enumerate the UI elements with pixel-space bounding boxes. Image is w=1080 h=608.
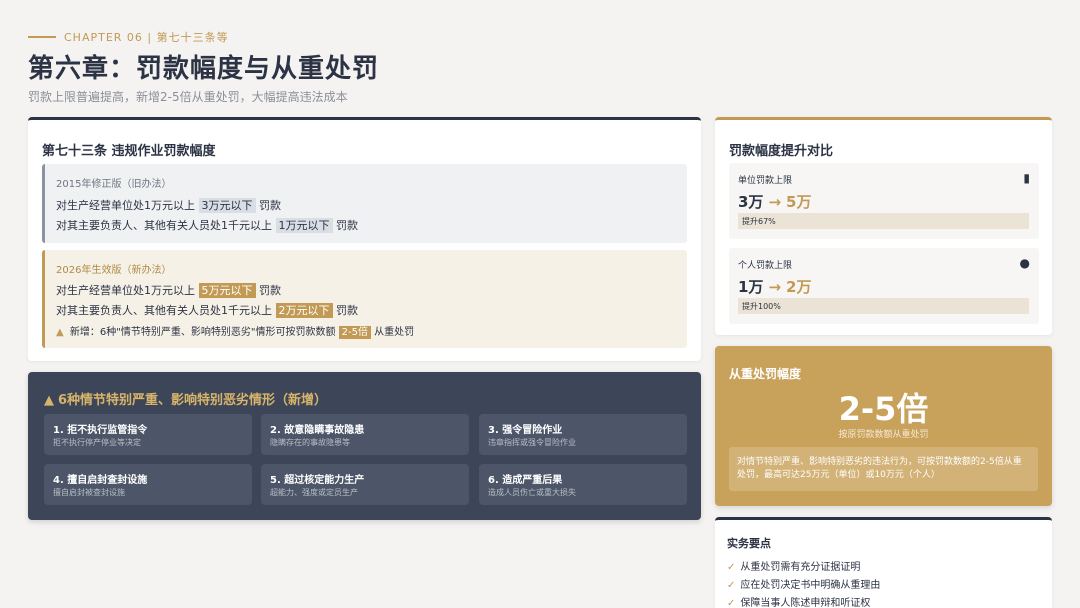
aggravated-subtitle: 按原罚款数额从重处罚: [838, 430, 929, 440]
new-line2-amount: 2万元以下: [275, 303, 333, 318]
old-line1-amount: 3万元以下: [198, 198, 256, 213]
situation-title: 2. 故意隐瞒事故隐患: [270, 425, 365, 436]
check-icon: ✓: [727, 562, 736, 573]
new-rule-warning: ▲ 新增：6种"情节特别严重、影响特别恶劣"情形可按罚款数额 2-5倍 从重处罚: [56, 323, 415, 339]
page-subtitle: 罚款上限普遍提高，新增2-5倍从重处罚，大幅提高违法成本: [28, 90, 348, 104]
person-increase-text: 提升100%: [742, 302, 781, 311]
chapter-kicker: CHAPTER 06 | 第七十三条等: [64, 31, 229, 44]
old-line2-suffix: 罚款: [336, 219, 358, 232]
aggravated-title: 从重处罚幅度: [729, 367, 802, 381]
person-fine-from: 1万: [738, 278, 764, 296]
article-title: 第七十三条 违规作业罚款幅度: [42, 144, 216, 159]
practice-card: 实务要点 ✓ 从重处罚需有充分证据证明 ✓ 应在处罚决定书中明确从重理由 ✓ 保障当事…: [715, 517, 1052, 608]
comparison-card: 罚款幅度提升对比 单位罚款上限 ▮ 3万 → 5万 提升67% 个人罚款上限 ● 1…: [715, 117, 1052, 335]
unit-fine-from: 3万: [738, 193, 764, 211]
new-line2-text: 对其主要负责人、其他有关人员处1千元以上: [56, 304, 272, 317]
situation-card: 3. 强令冒险作业 违章指挥或强令冒险作业: [479, 414, 687, 455]
warning-icon: ▲: [44, 393, 54, 408]
situation-desc: 隐瞒存在的事故隐患等: [270, 438, 350, 447]
article-card: 第七十三条 违规作业罚款幅度 2015年修正版（旧办法） 对生产经营单位处1万元…: [28, 117, 701, 361]
situations-title: ▲ 6种情节特别严重、影响特别恶劣情形（新增）: [44, 389, 327, 408]
situation-title: 3. 强令冒险作业: [488, 425, 563, 436]
situation-desc: 超能力、强度或定员生产: [270, 488, 358, 497]
aggravated-multiplier: 2-5倍: [838, 390, 929, 428]
unit-fine-to: 5万: [786, 193, 812, 211]
warning-suffix: 从重处罚: [374, 327, 415, 338]
header-accent-line: [28, 36, 56, 38]
new-line2-suffix: 罚款: [336, 304, 358, 317]
warning-text: 新增：6种"情节特别严重、影响特别恶劣"情形可按罚款数额: [69, 327, 336, 338]
new-line1-amount: 5万元以下: [198, 283, 256, 298]
old-rule-line-1: 对生产经营单位处1万元以上 3万元以下 罚款: [56, 197, 281, 213]
situation-card: 1. 拒不执行监管指令 拒不执行停产停业等决定: [44, 414, 252, 455]
old-rule-line-2: 对其主要负责人、其他有关人员处1千元以上 1万元以下 罚款: [56, 217, 358, 233]
new-line1-text: 对生产经营单位处1万元以上: [56, 284, 195, 297]
unit-fine-label: 单位罚款上限: [738, 176, 793, 186]
situation-desc: 拒不执行停产停业等决定: [53, 438, 141, 447]
old-line2-text: 对其主要负责人、其他有关人员处1千元以上: [56, 219, 272, 232]
situation-card: 5. 超过核定能力生产 超能力、强度或定员生产: [261, 464, 469, 505]
situation-card: 2. 故意隐瞒事故隐患 隐瞒存在的事故隐患等: [261, 414, 469, 455]
situation-title: 5. 超过核定能力生产: [270, 475, 365, 486]
situation-desc: 造成人员伤亡或重大损失: [488, 488, 576, 497]
new-rule-label: 2026年生效版（新办法）: [56, 265, 172, 276]
warning-multiplier: 2-5倍: [338, 326, 371, 339]
old-rule-box: 2015年修正版（旧办法） 对生产经营单位处1万元以上 3万元以下 罚款 对其主…: [42, 164, 687, 243]
unit-fine-values: 3万 → 5万: [738, 191, 811, 212]
practice-title: 实务要点: [727, 537, 771, 550]
person-fine-label: 个人罚款上限: [738, 261, 793, 271]
situation-card: 6. 造成严重后果 造成人员伤亡或重大损失: [479, 464, 687, 505]
unit-fine-box: 单位罚款上限 ▮ 3万 → 5万 提升67%: [729, 163, 1039, 239]
situation-desc: 违章指挥或强令冒险作业: [488, 438, 576, 447]
person-fine-values: 1万 → 2万: [738, 276, 811, 297]
old-line1-text: 对生产经营单位处1万元以上: [56, 199, 195, 212]
new-rule-box: 2026年生效版（新办法） 对生产经营单位处1万元以上 5万元以下 罚款 对其主…: [42, 250, 687, 348]
situation-desc: 擅自启封被查封设施: [53, 488, 125, 497]
situation-title: 1. 拒不执行监管指令: [53, 425, 148, 436]
situations-title-text: 6种情节特别严重、影响特别恶劣情形（新增）: [58, 393, 328, 408]
unit-increase-bar: 提升67%: [738, 213, 1029, 229]
comparison-title: 罚款幅度提升对比: [729, 144, 834, 159]
page-title: 第六章：罚款幅度与从重处罚: [28, 54, 380, 84]
aggravated-note: 对情节特别严重、影响特别恶劣的违法行为，可按罚款数额的2-5倍从重处罚，最高可达…: [729, 447, 1038, 491]
new-rule-line-2: 对其主要负责人、其他有关人员处1千元以上 2万元以下 罚款: [56, 302, 358, 318]
unit-increase-text: 提升67%: [742, 217, 776, 226]
practice-item-text: 从重处罚需有充分证据证明: [740, 562, 861, 573]
situation-card: 4. 擅自启封查封设施 擅自启封被查封设施: [44, 464, 252, 505]
warning-icon: ▲: [56, 327, 64, 338]
old-line1-suffix: 罚款: [259, 199, 281, 212]
old-line2-amount: 1万元以下: [275, 218, 333, 233]
arrow-right-icon: →: [768, 193, 782, 211]
person-fine-box: 个人罚款上限 ● 1万 → 2万 提升100%: [729, 248, 1039, 324]
check-icon: ✓: [727, 598, 736, 608]
practice-item-text: 保障当事人陈述申辩和听证权: [740, 598, 871, 608]
old-rule-label: 2015年修正版（旧办法）: [56, 179, 172, 190]
person-increase-bar: 提升100%: [738, 298, 1029, 314]
situations-panel: ▲ 6种情节特别严重、影响特别恶劣情形（新增） 1. 拒不执行监管指令 拒不执行停…: [28, 372, 701, 520]
aggravated-panel: 从重处罚幅度 2-5倍 按原罚款数额从重处罚 对情节特别严重、影响特别恶劣的违法…: [715, 346, 1052, 506]
check-icon: ✓: [727, 580, 736, 591]
user-icon: ●: [1019, 256, 1030, 270]
practice-item: ✓ 应在处罚决定书中明确从重理由: [727, 576, 880, 591]
practice-item: ✓ 从重处罚需有充分证据证明: [727, 558, 860, 573]
person-fine-to: 2万: [786, 278, 812, 296]
building-icon: ▮: [1023, 171, 1030, 185]
new-rule-line-1: 对生产经营单位处1万元以上 5万元以下 罚款: [56, 282, 281, 298]
new-line1-suffix: 罚款: [259, 284, 281, 297]
practice-item-text: 应在处罚决定书中明确从重理由: [740, 580, 881, 591]
arrow-right-icon: →: [768, 278, 782, 296]
practice-item: ✓ 保障当事人陈述申辩和听证权: [727, 594, 870, 608]
situation-title: 4. 擅自启封查封设施: [53, 475, 148, 486]
situation-title: 6. 造成严重后果: [488, 475, 563, 486]
